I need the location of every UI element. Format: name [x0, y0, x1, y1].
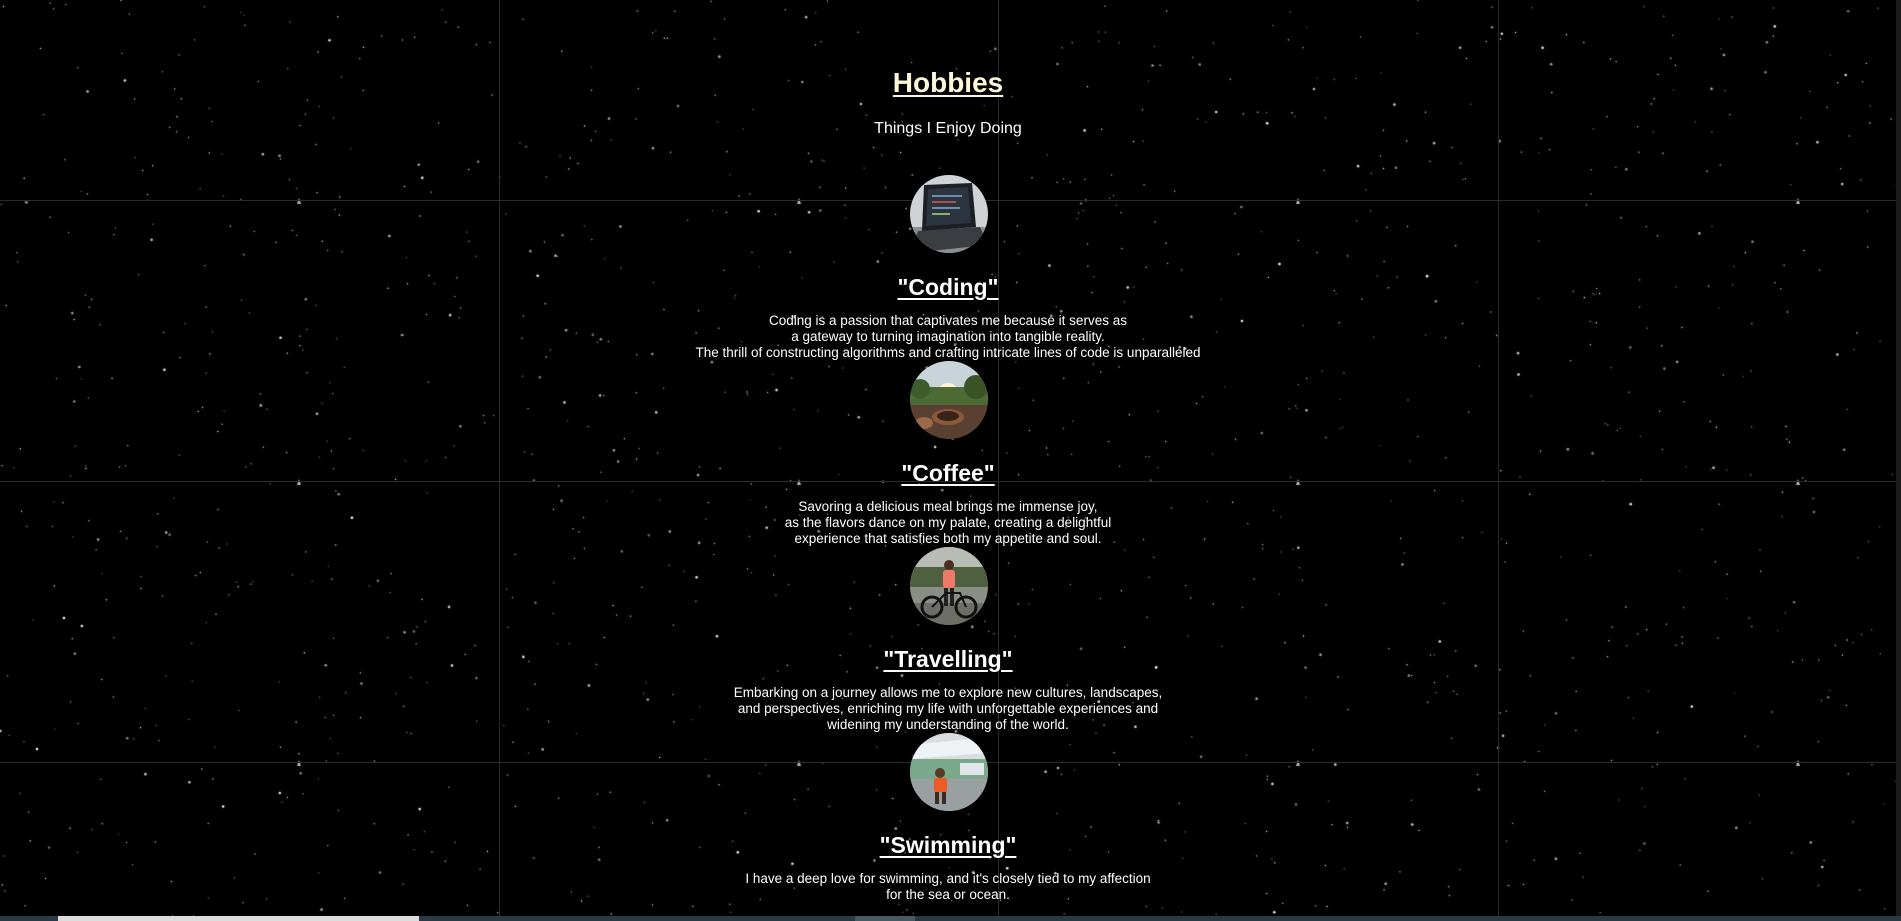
hobby-description-travelling: Embarking on a journey allows me to expl… — [733, 685, 1163, 732]
hobby-title-swimming: "Swimming" — [879, 832, 1017, 858]
coding-image — [910, 175, 988, 253]
swimming-image — [910, 733, 988, 811]
coffee-image — [910, 361, 988, 439]
hobby-title-coding: "Coding" — [897, 274, 999, 300]
hobby-title-travelling: "Travelling" — [883, 646, 1013, 672]
vertical-scrollbar[interactable] — [1896, 0, 1901, 916]
travelling-image — [910, 547, 988, 625]
scrollbar-thumb[interactable] — [58, 916, 419, 921]
page-title: Hobbies — [892, 67, 1004, 98]
hobby-title-coffee: "Coffee" — [901, 460, 995, 486]
horizontal-scrollbar[interactable] — [0, 916, 1901, 921]
scrollbar-marker — [855, 916, 915, 921]
page-subtitle: Things I Enjoy Doing — [874, 120, 1022, 137]
hobby-description-coffee: Savoring a delicious meal brings me imme… — [784, 499, 1112, 546]
hobby-description-coding: Coding is a passion that captivates me b… — [695, 313, 1201, 360]
hobby-description-swimming: I have a deep love for swimming, and it'… — [745, 871, 1151, 902]
